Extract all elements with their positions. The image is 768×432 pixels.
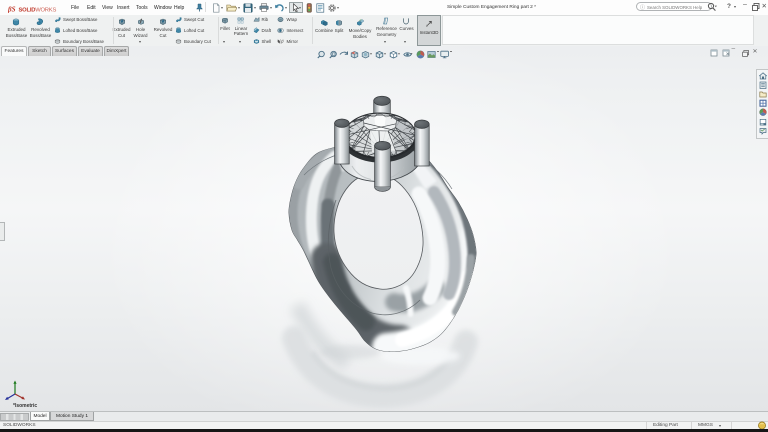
svg-text:SOLIDWORKS: SOLIDWORKS <box>19 7 57 13</box>
svg-text:βS: βS <box>8 5 16 13</box>
